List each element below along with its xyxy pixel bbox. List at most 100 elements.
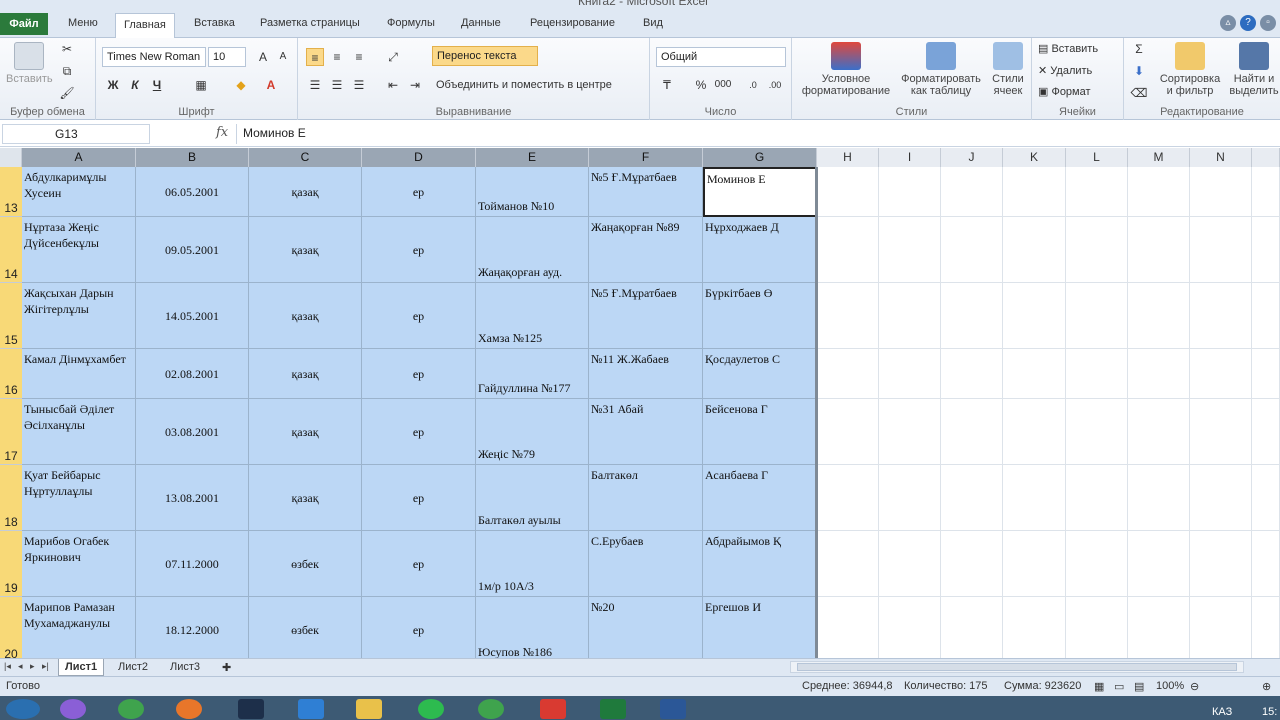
cut-icon[interactable]: ✂ <box>58 40 76 58</box>
empty-cell[interactable] <box>817 283 879 349</box>
empty-cell[interactable] <box>1252 399 1280 465</box>
sort-filter-button[interactable]: Сортировка и фильтр <box>1156 42 1224 97</box>
empty-cell[interactable] <box>1003 399 1066 465</box>
cell-a20[interactable]: Марипов Рамазан Мухамаджанулы <box>22 597 136 658</box>
cell-d19[interactable]: ер <box>362 531 476 597</box>
row-header[interactable]: 13 <box>0 167 22 217</box>
tab-review[interactable]: Рецензирование <box>530 17 615 29</box>
horizontal-scrollbar[interactable] <box>790 661 1244 673</box>
cell-f17[interactable]: №31 Абай <box>589 399 703 465</box>
align-right-icon[interactable]: ☰ <box>350 76 368 94</box>
new-sheet-icon[interactable]: ✚ <box>216 659 237 676</box>
cell-c16[interactable]: қазақ <box>249 349 362 399</box>
column-header[interactable]: J <box>941 148 1003 167</box>
cell-e20[interactable]: Юсупов №186 <box>476 597 589 658</box>
empty-cell[interactable] <box>941 349 1003 399</box>
cell-c18[interactable]: қазақ <box>249 465 362 531</box>
find-select-button[interactable]: Найти и выделить <box>1228 42 1280 97</box>
merge-center-button[interactable]: Объединить и поместить в центре <box>436 79 612 91</box>
normal-view-icon[interactable]: ▦ <box>1094 680 1104 693</box>
cell-a13[interactable]: Абдулкаримұлы Хусеин <box>22 167 136 217</box>
cell-styles-button[interactable]: Стили ячеек <box>986 42 1030 97</box>
cell-b15[interactable]: 14.05.2001 <box>136 283 249 349</box>
autosum-icon[interactable]: Σ <box>1130 40 1148 58</box>
align-left-icon[interactable]: ☰ <box>306 76 324 94</box>
empty-cell[interactable] <box>1066 399 1128 465</box>
fill-icon[interactable]: ⬇ <box>1130 62 1148 80</box>
cell-c15[interactable]: қазақ <box>249 283 362 349</box>
assistant-icon[interactable] <box>60 699 86 719</box>
empty-cell[interactable] <box>817 465 879 531</box>
language-indicator[interactable]: КАЗ <box>1212 706 1232 718</box>
chrome-icon[interactable] <box>118 699 144 719</box>
tab-menu[interactable]: Меню <box>68 17 98 29</box>
column-header[interactable]: B <box>136 148 249 167</box>
cell-g13[interactable]: Моминов Е <box>703 167 817 217</box>
empty-cell[interactable] <box>1066 283 1128 349</box>
empty-cell[interactable] <box>1190 349 1252 399</box>
empty-cell[interactable] <box>1003 597 1066 658</box>
increase-indent-icon[interactable]: ⇥ <box>406 76 424 94</box>
empty-cell[interactable] <box>1128 465 1190 531</box>
font-color-icon[interactable]: A <box>262 76 280 94</box>
cell-f15[interactable]: №5 Ғ.Мұратбаев <box>589 283 703 349</box>
empty-cell[interactable] <box>1128 531 1190 597</box>
empty-cell[interactable] <box>1003 531 1066 597</box>
empty-cell[interactable] <box>941 167 1003 217</box>
empty-cell[interactable] <box>817 399 879 465</box>
cell-d16[interactable]: ер <box>362 349 476 399</box>
cell-g17[interactable]: Бейсенова Г <box>703 399 817 465</box>
column-header[interactable]: H <box>817 148 879 167</box>
cell-e13[interactable]: Тойманов №10 <box>476 167 589 217</box>
column-header[interactable]: I <box>879 148 941 167</box>
column-header[interactable]: C <box>249 148 362 167</box>
empty-cell[interactable] <box>1190 217 1252 283</box>
empty-cell[interactable] <box>1190 167 1252 217</box>
empty-cell[interactable] <box>1066 531 1128 597</box>
last-sheet-icon[interactable]: ▸| <box>42 661 49 672</box>
cell-f13[interactable]: №5 Ғ.Мұратбаев <box>589 167 703 217</box>
cell-c19[interactable]: өзбек <box>249 531 362 597</box>
empty-cell[interactable] <box>1252 531 1280 597</box>
conditional-formatting-button[interactable]: Условное форматирование <box>796 42 896 97</box>
column-header[interactable]: M <box>1128 148 1190 167</box>
empty-cell[interactable] <box>1252 349 1280 399</box>
cell-a17[interactable]: Тынысбай Әділет Әсілханұлы <box>22 399 136 465</box>
empty-cell[interactable] <box>941 283 1003 349</box>
empty-cell[interactable] <box>941 465 1003 531</box>
font-name-select[interactable]: Times New Roman <box>102 47 206 67</box>
cell-e15[interactable]: Хамза №125 <box>476 283 589 349</box>
sheet-tab-3[interactable]: Лист3 <box>164 659 206 676</box>
cell-d20[interactable]: ер <box>362 597 476 658</box>
cell-d17[interactable]: ер <box>362 399 476 465</box>
chrome-2-icon[interactable] <box>478 699 504 719</box>
column-header[interactable]: N <box>1190 148 1252 167</box>
cell-d15[interactable]: ер <box>362 283 476 349</box>
clear-icon[interactable]: ⌫ <box>1130 84 1148 102</box>
empty-cell[interactable] <box>879 217 941 283</box>
empty-cell[interactable] <box>1128 217 1190 283</box>
row-header[interactable]: 18 <box>0 465 22 531</box>
percent-icon[interactable]: % <box>692 76 710 94</box>
cell-a18[interactable]: Қуат Бейбарыс Нұртуллаұлы <box>22 465 136 531</box>
column-header[interactable]: G <box>703 148 817 167</box>
row-header[interactable]: 14 <box>0 217 22 283</box>
explorer-icon[interactable] <box>356 699 382 719</box>
align-center-icon[interactable]: ☰ <box>328 76 346 94</box>
zoom-out-icon[interactable]: ⊖ <box>1190 680 1199 693</box>
row-header[interactable]: 17 <box>0 399 22 465</box>
empty-cell[interactable] <box>1190 597 1252 658</box>
empty-cell[interactable] <box>1252 597 1280 658</box>
column-header[interactable]: E <box>476 148 589 167</box>
page-layout-view-icon[interactable]: ▭ <box>1114 680 1124 693</box>
column-header[interactable]: D <box>362 148 476 167</box>
empty-cell[interactable] <box>879 399 941 465</box>
align-bottom-icon[interactable]: ≡ <box>350 48 368 66</box>
prev-sheet-icon[interactable]: ◂ <box>18 661 23 672</box>
word-icon[interactable] <box>660 699 686 719</box>
cell-a14[interactable]: Нұртаза Жеңіс Дүйсенбекұлы <box>22 217 136 283</box>
italic-button[interactable]: К <box>126 76 144 94</box>
cell-g16[interactable]: Қосдаулетов С <box>703 349 817 399</box>
cell-b17[interactable]: 03.08.2001 <box>136 399 249 465</box>
borders-icon[interactable]: ▦ <box>192 76 210 94</box>
